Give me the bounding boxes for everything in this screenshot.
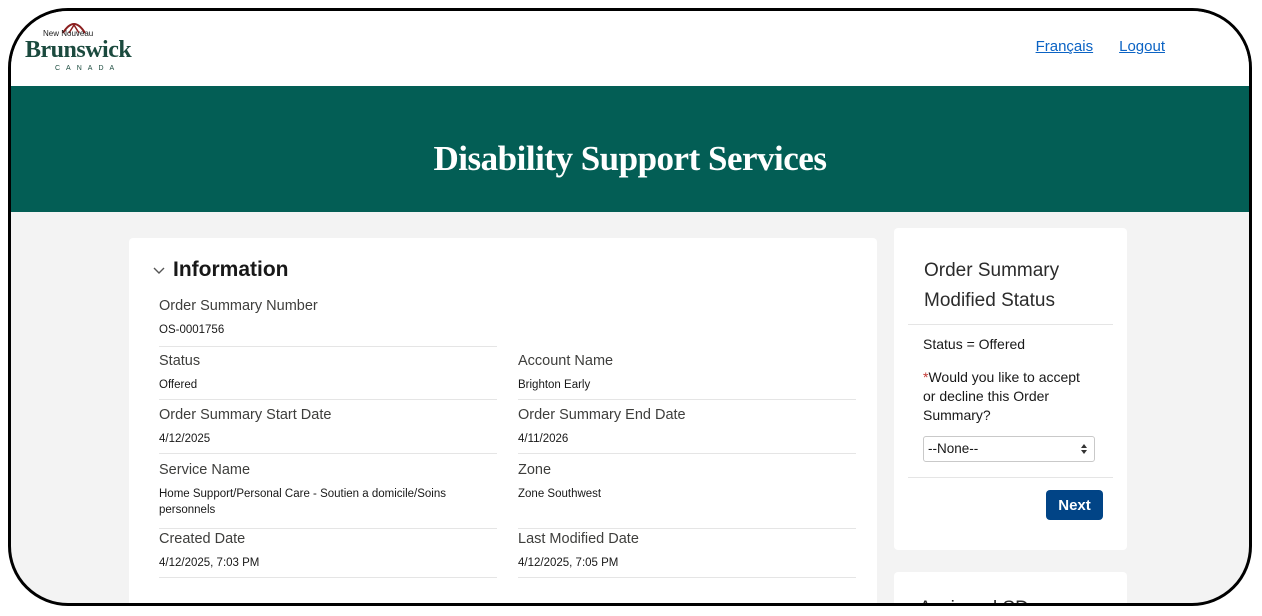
field-value: Offered bbox=[159, 379, 198, 391]
field-value: Zone Southwest bbox=[518, 488, 602, 500]
assigned-sd-card: Assigned SD bbox=[894, 572, 1127, 603]
language-link[interactable]: Français bbox=[1036, 38, 1094, 55]
question-text: Would you like to accept or decline this… bbox=[923, 369, 1080, 423]
divider bbox=[908, 324, 1113, 325]
field-label: Order Summary End Date bbox=[518, 407, 686, 423]
information-section-header[interactable]: Information bbox=[153, 258, 289, 282]
field-service-name: Service Name Home Support/Personal Care … bbox=[159, 462, 497, 529]
logo[interactable]: New Nouveau Brunswick CANADA bbox=[25, 17, 135, 75]
logo-main-text: Brunswick bbox=[25, 37, 132, 63]
top-bar: New Nouveau Brunswick CANADA Français Lo… bbox=[11, 11, 1249, 86]
hero-banner: Disability Support Services bbox=[11, 86, 1249, 212]
field-value: 4/12/2025, 7:05 PM bbox=[518, 557, 619, 569]
information-card: Information Order Summary Number OS-0001… bbox=[129, 238, 877, 603]
field-label: Created Date bbox=[159, 531, 246, 547]
field-value: 4/11/2026 bbox=[518, 433, 569, 445]
decision-select[interactable]: --None-- bbox=[923, 436, 1095, 462]
logo-sub-text: CANADA bbox=[55, 65, 121, 72]
field-start-date: Order Summary Start Date 4/12/2025 bbox=[159, 407, 497, 454]
field-label: Last Modified Date bbox=[518, 531, 639, 547]
field-label: Zone bbox=[518, 462, 552, 478]
order-status-card: Order Summary Modified Status Status = O… bbox=[894, 228, 1127, 550]
field-label: Service Name bbox=[159, 462, 251, 478]
field-label: Order Summary Number bbox=[159, 298, 318, 314]
divider bbox=[908, 477, 1113, 478]
select-arrows-icon bbox=[1081, 444, 1087, 454]
field-label: Status bbox=[159, 353, 201, 369]
field-account-name: Account Name Brighton Early bbox=[518, 353, 856, 400]
field-last-modified-date: Last Modified Date 4/12/2025, 7:05 PM bbox=[518, 531, 856, 578]
status-text: Status = Offered bbox=[923, 336, 1026, 352]
assigned-card-title: Assigned SD bbox=[919, 598, 1029, 603]
field-label: Account Name bbox=[518, 353, 614, 369]
decision-question: *Would you like to accept or decline thi… bbox=[923, 368, 1083, 425]
field-status: Status Offered bbox=[159, 353, 497, 400]
field-value: OS-0001756 bbox=[159, 324, 225, 336]
top-links: Français Logout bbox=[1036, 38, 1165, 55]
logout-link[interactable]: Logout bbox=[1119, 38, 1165, 55]
field-label: Order Summary Start Date bbox=[159, 407, 332, 423]
field-end-date: Order Summary End Date 4/11/2026 bbox=[518, 407, 856, 454]
chevron-down-icon[interactable] bbox=[153, 264, 165, 276]
next-button[interactable]: Next bbox=[1046, 490, 1103, 520]
field-created-date: Created Date 4/12/2025, 7:03 PM bbox=[159, 531, 497, 578]
section-title: Information bbox=[173, 258, 289, 281]
field-value: Home Support/Personal Care - Soutien a d… bbox=[159, 488, 447, 516]
select-value: --None-- bbox=[928, 441, 979, 456]
status-card-title: Order Summary Modified Status bbox=[924, 260, 1060, 311]
browser-frame: New Nouveau Brunswick CANADA Français Lo… bbox=[8, 8, 1252, 606]
field-zone: Zone Zone Southwest bbox=[518, 462, 856, 529]
page-title: Disability Support Services bbox=[433, 139, 827, 178]
field-value: 4/12/2025, 7:03 PM bbox=[159, 557, 260, 569]
field-value: Brighton Early bbox=[518, 379, 591, 391]
field-value: 4/12/2025 bbox=[159, 433, 211, 445]
field-order-summary-number: Order Summary Number OS-0001756 bbox=[159, 298, 497, 347]
